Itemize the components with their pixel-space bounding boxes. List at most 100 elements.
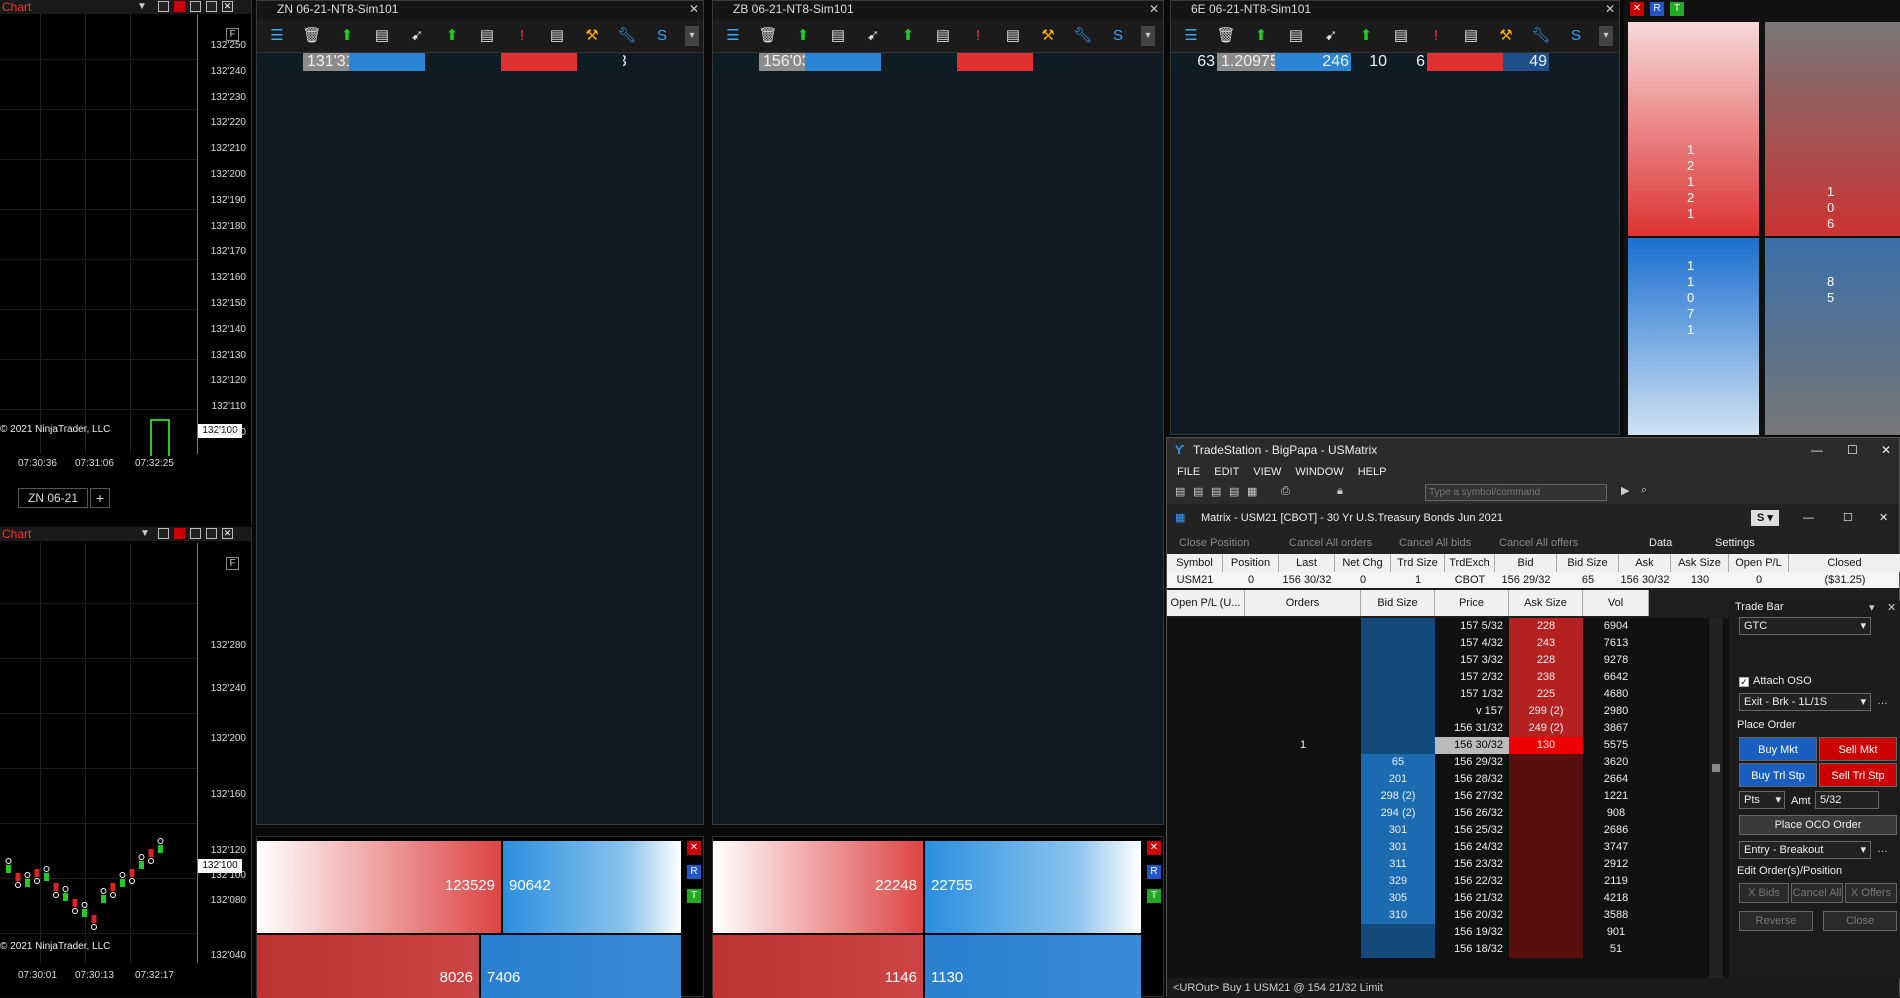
matrix-cell[interactable] [1245,754,1361,771]
close-icon[interactable]: ✕ [1881,438,1891,462]
matrix-cell[interactable] [1361,924,1435,941]
s-icon[interactable]: S [652,26,672,46]
matrix-cell[interactable]: 157 2/32 [1435,669,1509,686]
matrix-cell[interactable]: 329 [1361,873,1435,890]
s-menu-button[interactable]: S ▾ [1751,510,1779,526]
matrix-cell[interactable]: 225 [1509,686,1583,703]
matrix-cell[interactable]: 156 21/32 [1435,890,1509,907]
search-icon[interactable]: ⌕ [1641,484,1647,497]
doc-icon[interactable]: ▤ [933,26,953,46]
ask-cell[interactable] [501,53,539,71]
matrix-cell[interactable]: 1221 [1583,788,1649,805]
tools-icon[interactable]: ⚒ [1038,26,1058,46]
matrix-cell[interactable] [1361,686,1435,703]
alert-icon[interactable]: ! [968,26,988,46]
matrix-cell[interactable] [1167,771,1245,788]
bid-cell[interactable] [805,53,843,71]
matrix-cell[interactable] [1509,941,1583,958]
matrix-cell[interactable] [1245,890,1361,907]
matrix-cell[interactable] [1509,822,1583,839]
matrix-cell[interactable]: 4218 [1583,890,1649,907]
matrix-cell[interactable]: 294 (2) [1361,805,1435,822]
minimize-icon[interactable]: — [1811,438,1823,462]
matrix-cell[interactable]: 5575 [1583,737,1649,754]
cancel-all-button[interactable]: Cancel All [1791,883,1843,903]
duration-select[interactable]: GTC ▾ [1739,617,1871,635]
up-arrow-icon[interactable]: ⬆ [793,26,813,46]
matrix-cell[interactable] [1361,652,1435,669]
hamburger-icon[interactable]: ☰ [1181,26,1201,46]
matrix-cell[interactable] [1245,635,1361,652]
matrix-cell[interactable]: 9278 [1583,652,1649,669]
matrix-cell[interactable] [1167,652,1245,669]
alert-icon[interactable]: ! [1426,26,1446,46]
matrix-cell[interactable]: 311 [1361,856,1435,873]
matrix-cell[interactable]: 156 31/32 [1435,720,1509,737]
matrix-cell[interactable] [1361,737,1435,754]
doc-icon[interactable]: ▤ [547,26,567,46]
ask-cell[interactable] [1465,53,1503,71]
matrix-cell[interactable] [1509,839,1583,856]
restore-icon[interactable] [158,528,169,539]
up-arrow-icon[interactable]: ⬆ [337,26,357,46]
matrix-cell[interactable] [1361,720,1435,737]
toggle-button[interactable]: T [1670,2,1684,16]
matrix-cell[interactable] [1167,669,1245,686]
bid-cell[interactable] [843,53,881,71]
matrix-cell[interactable] [1167,720,1245,737]
toolbar-icon[interactable]: ▤ [1211,485,1221,498]
matrix-cell[interactable]: 228 [1509,652,1583,669]
close-icon[interactable]: ✕ [689,1,699,17]
matrix-cell[interactable] [1167,839,1245,856]
reset-button[interactable]: R [1650,2,1664,16]
matrix-cell[interactable] [1245,669,1361,686]
matrix-cell[interactable] [1509,771,1583,788]
matrix-cell[interactable]: 3867 [1583,720,1649,737]
matrix-cell[interactable]: 238 [1509,669,1583,686]
matrix-cell[interactable] [1245,941,1361,958]
ask-cell[interactable] [539,53,577,71]
alert-icon[interactable]: ! [512,26,532,46]
matrix-cell[interactable] [1509,873,1583,890]
matrix-cell[interactable]: 157 3/32 [1435,652,1509,669]
matrix-cell[interactable]: 1 [1245,737,1361,754]
matrix-cell[interactable]: 4680 [1583,686,1649,703]
ask-cell[interactable] [1427,53,1465,71]
matrix-cell[interactable] [1361,618,1435,635]
matrix-cell[interactable] [1167,635,1245,652]
up-icon[interactable]: ⬆ [898,26,918,46]
tools-icon[interactable]: ⚒ [582,26,602,46]
matrix-cell[interactable] [1509,856,1583,873]
menu-item[interactable]: VIEW [1253,466,1281,478]
ladder-grid[interactable]: 491.2107524196828501.21070242631261641.2… [1171,53,1619,434]
link-icon[interactable] [174,528,185,539]
maximize-icon[interactable] [206,528,217,539]
matrix-cell[interactable]: 156 28/32 [1435,771,1509,788]
matrix-cell[interactable]: 156 23/32 [1435,856,1509,873]
reset-button[interactable]: R [1147,865,1161,879]
matrix-cell[interactable]: 6642 [1583,669,1649,686]
doc-icon[interactable]: ▤ [1286,26,1306,46]
action-button[interactable]: Cancel All offers [1499,532,1578,554]
matrix-cell[interactable] [1245,652,1361,669]
matrix-cell[interactable]: 3620 [1583,754,1649,771]
s-icon[interactable]: S [1108,26,1128,46]
ladder-grid[interactable]: 132'195132'190132'185132'180132'175132'1… [257,53,703,824]
minimize-icon[interactable] [190,1,201,12]
matrix-cell[interactable]: v 157 [1435,703,1509,720]
action-button[interactable]: Cancel All orders [1289,532,1372,554]
scroll-icon[interactable]: ▾ [685,26,699,46]
matrix-cell[interactable] [1509,924,1583,941]
matrix-cell[interactable] [1167,856,1245,873]
cancel-bids-button[interactable]: X Bids [1739,883,1789,903]
cancel-offers-button[interactable]: X Offers [1845,883,1897,903]
matrix-cell[interactable] [1167,686,1245,703]
matrix-cell[interactable]: 156 29/32 [1435,754,1509,771]
matrix-cell[interactable]: 51 [1583,941,1649,958]
matrix-cell[interactable] [1361,669,1435,686]
matrix-grid[interactable]: 157 5/32 228 6904 157 4/32 243 7613 157 3/32 22… [1167,618,1729,978]
matrix-cell[interactable] [1245,907,1361,924]
matrix-cell[interactable]: 301 [1361,839,1435,856]
tools-icon[interactable]: ⚒ [1496,26,1516,46]
close-button[interactable]: ✕ [1630,2,1644,16]
